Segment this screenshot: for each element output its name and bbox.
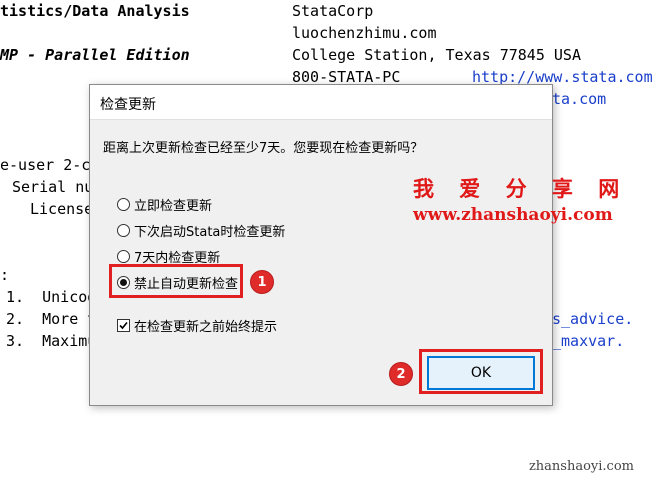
step-badge-1: 1 — [250, 270, 274, 294]
console-notes-header: : — [0, 266, 10, 284]
radio-icon[interactable] — [117, 223, 130, 237]
console-licensed: License — [30, 200, 94, 218]
console-product-name: tistics/Data Analysis — [0, 2, 190, 20]
dialog-titlebar[interactable]: 检查更新 — [90, 85, 552, 120]
console-edition: MP - Parallel Edition — [0, 46, 190, 64]
console-email-link[interactable]: ta.com — [552, 90, 606, 108]
radio-icon[interactable] — [117, 197, 130, 211]
option-check-in-7-days[interactable]: 7天内检查更新 — [117, 246, 220, 266]
always-prompt-checkbox-row[interactable]: 在检查更新之前始终提示 — [117, 316, 278, 335]
console-address: College Station, Texas 77845 USA — [292, 46, 581, 64]
dialog-prompt: 距离上次更新检查已经至少7天。您要现在检查更新吗？ — [103, 141, 424, 156]
console-serial: Serial nu — [12, 178, 94, 196]
console-note-3-link[interactable]: _maxvar. — [552, 332, 624, 350]
highlight-ok-button — [419, 349, 543, 394]
site-watermark-cn: 我 爱 分 享 网 — [413, 177, 629, 201]
dialog-title: 检查更新 — [100, 97, 156, 113]
console-company: StataCorp — [292, 2, 374, 20]
step-badge-2: 2 — [389, 362, 413, 386]
checkbox-label: 在检查更新之前始终提示 — [134, 319, 278, 335]
option-label: 下次启动Stata时检查更新 — [134, 224, 286, 240]
highlight-disable-option — [109, 264, 243, 298]
console-note-1: 1. Unicod — [6, 288, 97, 306]
console-note-3: 3. Maximu — [6, 332, 97, 350]
checkbox-checked-icon[interactable] — [117, 318, 130, 332]
console-license-type: e-user 2-co — [0, 156, 100, 174]
site-watermark-url: www.zhanshaoyi.com — [413, 205, 613, 225]
option-check-next-start[interactable]: 下次启动Stata时检查更新 — [117, 220, 285, 240]
console-company-line2: luochenzhimu.com — [292, 24, 437, 42]
console-note-2-link[interactable]: s_advice. — [552, 310, 633, 328]
option-label: 立即检查更新 — [134, 198, 213, 214]
radio-icon[interactable] — [117, 249, 130, 263]
console-note-2: 2. More t — [6, 310, 97, 328]
option-check-now[interactable]: 立即检查更新 — [117, 194, 212, 214]
bottom-watermark: zhanshaoyi.com — [528, 459, 634, 474]
option-label: 7天内检查更新 — [134, 250, 221, 266]
